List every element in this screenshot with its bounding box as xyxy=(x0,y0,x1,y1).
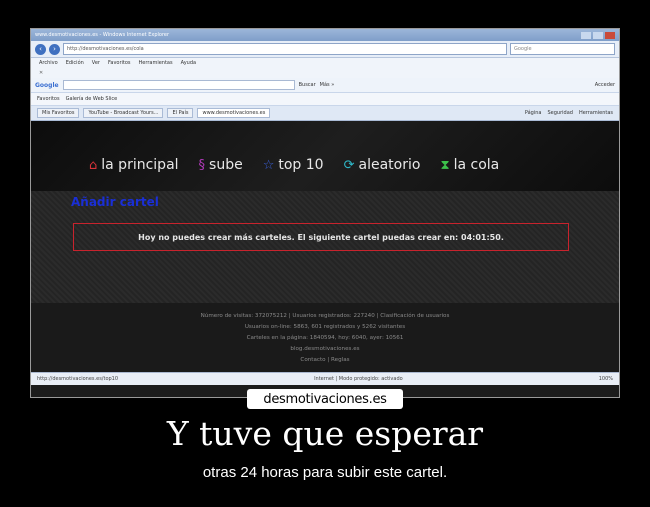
nav-label: aleatorio xyxy=(358,157,421,173)
caption-subtitle: otras 24 horas para subir este cartel. xyxy=(202,464,448,481)
command-strip: ✕ xyxy=(31,68,619,78)
minimize-icon[interactable] xyxy=(581,31,591,39)
google-logo: Google xyxy=(35,81,59,89)
back-icon[interactable]: ‹ xyxy=(35,43,46,55)
nav-item-sube[interactable]: § sube xyxy=(199,157,243,173)
menu-ver[interactable]: Ver xyxy=(92,60,100,66)
upload-icon: § xyxy=(198,157,206,173)
navigation-bar: ‹ › http://desmotivaciones.es/cola Googl… xyxy=(31,41,619,58)
limit-warning: Hoy no puedes crear más carteles. El sig… xyxy=(73,223,569,251)
tools-menu-button[interactable]: Herramientas xyxy=(579,110,613,116)
window-title: www.desmotivaciones.es - Windows Interne… xyxy=(35,32,170,38)
site-nav: ⌂ la principal § sube ☆ top 10 ⟳ aleator… xyxy=(89,157,499,173)
google-search-input[interactable] xyxy=(62,80,295,90)
tab-favoritos[interactable]: Mis Favoritos xyxy=(37,108,80,118)
nav-item-aleatorio[interactable]: ⟳ aleatorio xyxy=(344,157,421,173)
menu-favoritos[interactable]: Favoritos xyxy=(108,60,131,66)
caption-title: Y tuve que esperar xyxy=(166,414,484,453)
menu-herramientas[interactable]: Herramientas xyxy=(139,60,173,66)
status-bar: http://desmotivaciones.es/top10 Internet… xyxy=(31,372,619,385)
nav-label: la cola xyxy=(453,157,500,173)
site-body: Añadir cartel Hoy no puedes crear más ca… xyxy=(31,191,619,303)
forward-icon[interactable]: › xyxy=(49,43,60,55)
screenshot-frame: www.desmotivaciones.es - Windows Interne… xyxy=(30,28,620,398)
status-zone: Internet | Modo protegido: activado xyxy=(314,376,403,382)
favorites-button[interactable]: Favoritos xyxy=(37,96,60,102)
footer-links[interactable]: Contacto | Reglas xyxy=(31,355,619,366)
tab-youtube[interactable]: YouTube - Broadcast Yours... xyxy=(83,108,164,118)
shuffle-icon: ⟳ xyxy=(343,157,355,173)
footer-posters: Carteles en la página: 1840594, hoy: 604… xyxy=(246,335,404,341)
zoom-level[interactable]: 100% xyxy=(599,376,613,382)
favorites-item-gallery[interactable]: Galería de Web Slice xyxy=(66,96,118,102)
nav-label: top 10 xyxy=(278,157,324,173)
google-signin-button[interactable]: Acceder xyxy=(595,82,615,88)
window-titlebar: www.desmotivaciones.es - Windows Interne… xyxy=(31,29,619,41)
watermark-logo: desmotivaciones.es xyxy=(247,389,403,409)
status-url: http://desmotivaciones.es/top10 xyxy=(37,376,119,382)
tab-desmotivaciones[interactable]: www.desmotivaciones.es xyxy=(197,108,271,118)
menu-ayuda[interactable]: Ayuda xyxy=(181,60,196,66)
site-header: ⌂ la principal § sube ☆ top 10 ⟳ aleator… xyxy=(31,121,619,191)
close-icon[interactable] xyxy=(605,31,615,39)
security-menu-button[interactable]: Seguridad xyxy=(547,110,572,116)
home-icon: ⌂ xyxy=(89,157,98,173)
menu-bar: Archivo Edición Ver Favoritos Herramient… xyxy=(31,58,619,68)
menu-archivo[interactable]: Archivo xyxy=(39,60,58,66)
tab-elpais[interactable]: El País xyxy=(167,108,194,118)
nav-item-la-cola[interactable]: ⧗ la cola xyxy=(440,157,499,173)
nav-item-la-principal[interactable]: ⌂ la principal xyxy=(89,157,179,173)
nav-item-top-10[interactable]: ☆ top 10 xyxy=(263,157,324,173)
tab-tools: Página Seguridad Herramientas xyxy=(525,110,613,116)
website-content: ⌂ la principal § sube ☆ top 10 ⟳ aleator… xyxy=(31,121,619,372)
footer-online: Usuarios on-line: 5863, 601 registrados … xyxy=(244,324,406,330)
nav-label: la principal xyxy=(101,157,179,173)
search-box[interactable]: Google xyxy=(510,43,615,55)
nav-label: sube xyxy=(209,157,243,173)
page-title: Añadir cartel xyxy=(71,195,159,209)
tab-bar: Mis Favoritos YouTube - Broadcast Yours.… xyxy=(31,106,619,121)
menu-edicion[interactable]: Edición xyxy=(66,60,84,66)
star-icon: ☆ xyxy=(262,157,275,173)
close-toolbar-icon[interactable]: ✕ xyxy=(39,70,43,76)
page-menu-button[interactable]: Página xyxy=(525,110,542,116)
google-toolbar: Google Buscar Más » Acceder xyxy=(31,78,619,93)
site-footer: Número de visitas: 372075212 | Usuarios … xyxy=(31,303,619,372)
google-more-button[interactable]: Más » xyxy=(320,82,335,88)
hourglass-icon: ⧗ xyxy=(440,157,450,173)
window-controls xyxy=(581,31,615,39)
favorites-bar: Favoritos Galería de Web Slice xyxy=(31,93,619,106)
maximize-icon[interactable] xyxy=(593,31,603,39)
footer-blog-link[interactable]: blog.desmotivaciones.es xyxy=(31,344,619,355)
address-bar[interactable]: http://desmotivaciones.es/cola xyxy=(63,43,507,55)
footer-stats: Número de visitas: 372075212 | Usuarios … xyxy=(200,313,450,319)
google-search-button[interactable]: Buscar xyxy=(299,82,316,88)
